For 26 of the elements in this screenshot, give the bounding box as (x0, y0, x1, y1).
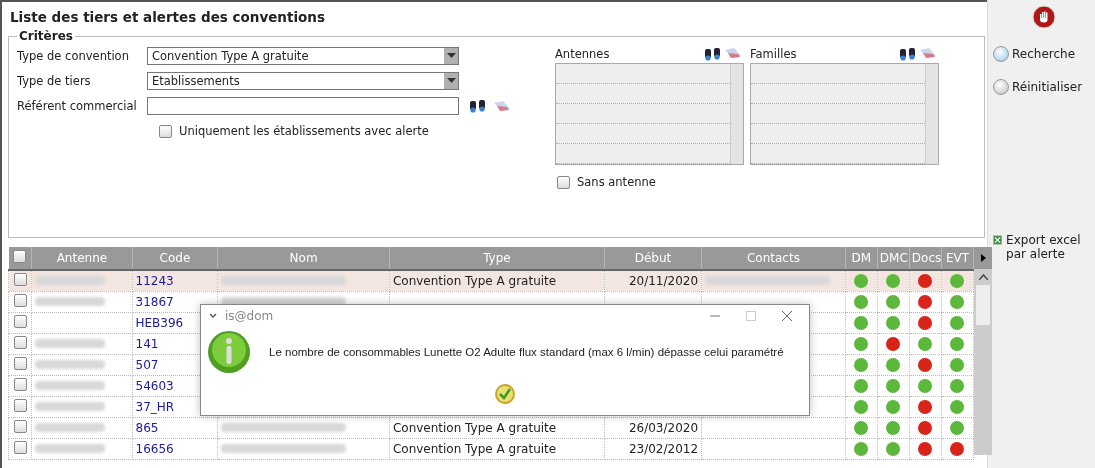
table-row[interactable]: 16656 Convention Type A gratuite 23/02/2012 (8, 438, 974, 460)
table-cell: 26/03/2020 (628, 421, 699, 435)
field-label: Type de convention (17, 48, 130, 63)
field-label: Type de tiers (17, 73, 92, 88)
table-row[interactable]: 865 Convention Type A gratuite 26/03/2020 (8, 417, 974, 439)
field-label: Référent commercial (17, 98, 138, 113)
export-link[interactable]: Export excel par alerte (1006, 233, 1095, 261)
dropdown[interactable]: Convention Type A gratuite (147, 46, 459, 65)
page-title: Liste des tiers et alertes des conventions (10, 9, 326, 25)
action-link[interactable]: Recherche (1012, 46, 1076, 61)
criteria-legend: Critères (17, 29, 75, 43)
list-label: Antennes (555, 47, 610, 61)
list-label: Familles (750, 47, 797, 61)
checkbox-label: Uniquement les établissements avec alerte (179, 124, 429, 138)
table-row[interactable]: 11243 Convention Type A gratuite 20/11/2020 (8, 270, 974, 292)
table-cell: Convention Type A gratuite (392, 421, 557, 435)
table-cell: 23/02/2012 (628, 442, 699, 456)
table-cell: 20/11/2020 (628, 274, 699, 288)
dropdown[interactable]: Etablissements (147, 71, 459, 90)
code-link[interactable]: 16656 (132, 438, 218, 460)
code-link[interactable]: 11243 (132, 270, 218, 292)
action-link[interactable]: Réinitialiser (1012, 79, 1083, 94)
table-cell: Convention Type A gratuite (392, 274, 557, 288)
table-cell: Convention Type A gratuite (392, 442, 557, 456)
code-link[interactable]: 865 (132, 417, 218, 439)
checkbox-label: Sans antenne (577, 175, 656, 189)
